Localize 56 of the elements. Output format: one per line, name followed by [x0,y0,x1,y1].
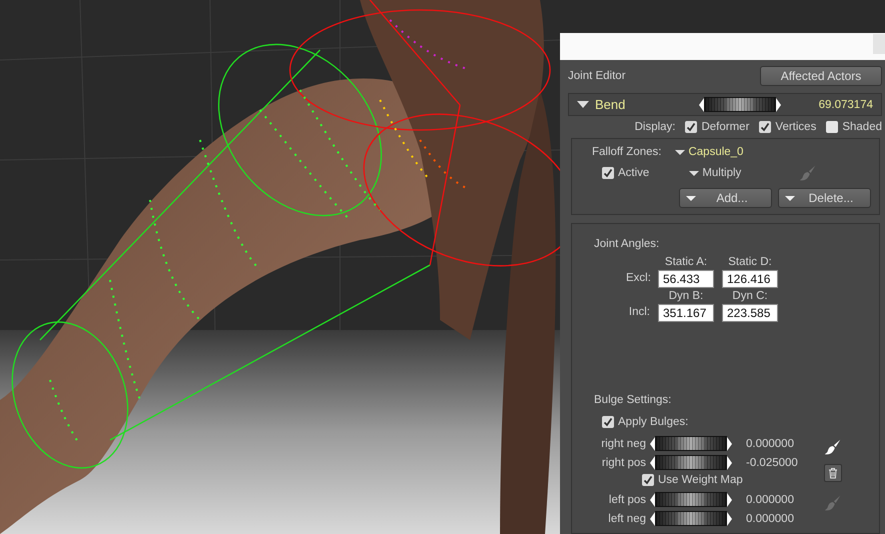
checkbox-label: Shaded [842,121,882,133]
field-label: Dyn B: [668,290,704,302]
menu-button[interactable]: Add... [679,188,772,208]
checkbox[interactable] [685,121,698,133]
slider-thumb[interactable] [677,437,705,450]
checkbox[interactable] [759,121,772,133]
falloff-zones-label: Falloff Zones: [592,146,662,158]
joint-angles-label: Joint Angles: [594,238,660,250]
slider-value: -0.025000 [746,456,799,468]
field-label: Dyn C: [732,290,768,302]
checkbox-label: Vertices [775,121,816,133]
bend-value: 69.073174 [818,98,873,110]
row-label: Excl: [626,272,650,284]
trash-icon [827,467,839,479]
slider-label: left neg [607,512,646,524]
checkbox[interactable] [602,416,614,428]
mode-dropdown[interactable]: Multiply [689,167,742,179]
slider-thumb[interactable] [677,456,705,469]
trash-button[interactable] [824,464,842,482]
checkbox[interactable] [602,167,614,179]
display-label: Display: [634,121,676,133]
checkbox[interactable] [642,474,654,486]
slider-thumb[interactable] [677,512,705,525]
checkbox-label: Deformer [701,121,750,133]
checkbox-label: Use Weight Map [658,474,743,486]
checkbox-label: Active [618,167,650,179]
slider-label: right pos [600,456,646,468]
slider-value: 0.000000 [746,494,795,506]
checkbox-label: Apply Bulges: [618,416,688,428]
panel-title: Joint Editor [568,70,626,82]
field-label: Static A: [664,256,708,268]
bulge-settings-label: Bulge Settings: [594,394,672,406]
field-label: Static D: [728,256,772,268]
affected-actors-button[interactable]: Affected Actors [760,66,882,86]
jog-slider[interactable] [650,455,732,470]
angle-input[interactable]: 351.167 [658,304,714,322]
angle-input[interactable]: 223.585 [722,304,778,322]
zone-dropdown[interactable]: Capsule_0 [675,146,744,158]
angle-input[interactable]: 56.433 [658,270,714,288]
jog-slider[interactable] [650,492,732,507]
brush-icon[interactable] [824,438,842,456]
slider-label: right neg [600,438,646,450]
menu-button[interactable]: Delete... [778,188,871,208]
row-label: Incl: [628,306,650,318]
slider-label: left pos [608,494,646,506]
jog-slider[interactable] [650,436,732,451]
checkbox[interactable] [826,121,838,133]
slider-value: 0.000000 [746,438,795,450]
jog-slider[interactable] [650,511,732,526]
section-title: Bend [595,97,626,112]
slider-value: 0.000000 [746,512,795,524]
caret-icon[interactable] [577,101,589,108]
slider-thumb[interactable] [726,98,754,111]
slider-thumb[interactable] [677,493,705,506]
jog-slider[interactable] [699,97,781,112]
angle-input[interactable]: 126.416 [722,270,778,288]
